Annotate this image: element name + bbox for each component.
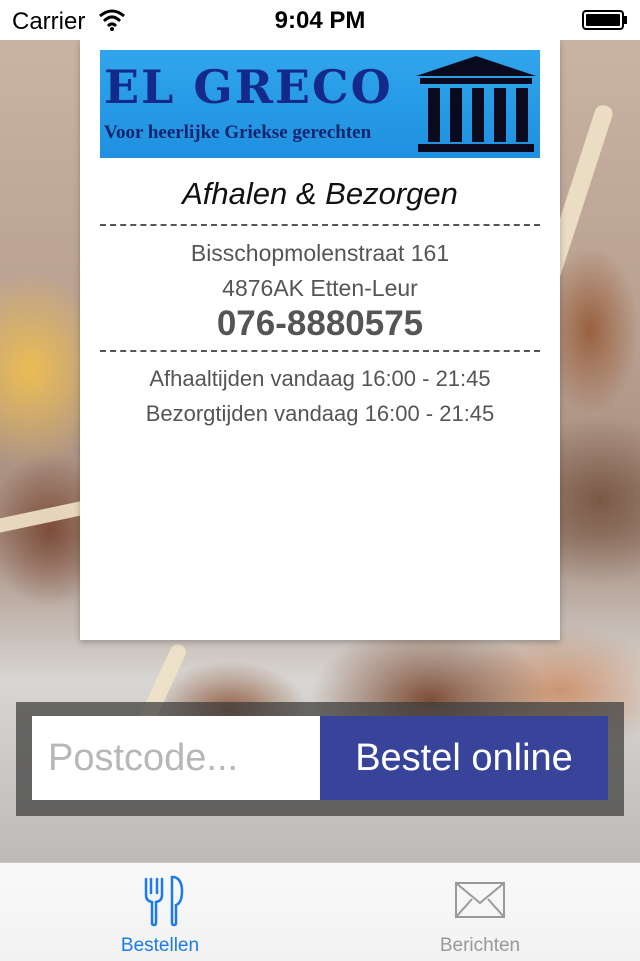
address-street: Bisschopmolenstraat 161 xyxy=(190,240,450,266)
order-online-button[interactable]: Bestel online xyxy=(320,716,608,800)
tab-label: Bestellen xyxy=(120,935,200,956)
receipt-torn-edge xyxy=(80,560,560,640)
dashed-divider xyxy=(100,350,540,352)
service-subtitle: Afhalen & Bezorgen xyxy=(182,176,458,211)
restaurant-logo: EL GRECO Voor heerlijke Griekse gerechte… xyxy=(100,50,540,158)
pickup-hours: Afhaaltijden vandaag 16:00 - 21:45 xyxy=(149,366,491,391)
status-bar: Carrier 9:04 PM xyxy=(0,0,640,40)
logo-name: EL GRECO xyxy=(104,60,393,114)
battery-icon xyxy=(582,10,627,30)
logo-tagline: Voor heerlijke Griekse gerechten xyxy=(104,122,372,143)
tab-berichten[interactable]: Berichten xyxy=(320,863,640,961)
greek-temple-icon xyxy=(416,56,536,152)
postcode-input[interactable] xyxy=(32,716,320,800)
tab-label: Berichten xyxy=(439,935,521,956)
envelope-icon xyxy=(455,882,505,918)
status-time: 9:04 PM xyxy=(274,7,366,34)
tab-bar: Bestellen Berichten xyxy=(0,862,640,961)
dashed-divider xyxy=(100,224,540,226)
restaurant-info-card: EL GRECO Voor heerlijke Griekse gerechte… xyxy=(80,40,560,640)
address-postal-city: 4876AK Etten-Leur xyxy=(222,275,418,301)
tab-bestellen[interactable]: Bestellen xyxy=(0,863,320,961)
order-bar: Bestel online xyxy=(16,702,624,816)
phone-number[interactable]: 076-8880575 xyxy=(80,304,560,344)
fork-knife-icon xyxy=(144,875,184,927)
delivery-hours: Bezorgtijden vandaag 16:00 - 21:45 xyxy=(145,401,495,426)
